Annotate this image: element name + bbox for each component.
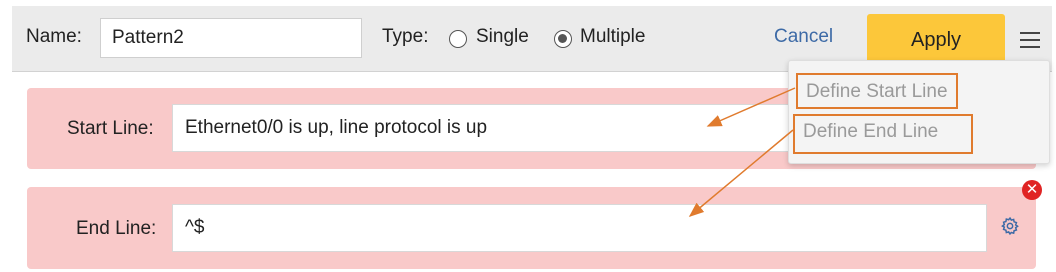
name-label: Name: [26, 26, 82, 47]
apply-button[interactable]: Apply [867, 14, 1005, 66]
hamburger-menu-icon[interactable] [1020, 32, 1040, 50]
start-line-label: Start Line: [67, 118, 154, 139]
context-menu: Define Start Line Define End Line [788, 60, 1050, 164]
type-label: Type: [382, 26, 429, 47]
end-line-panel: End Line: ^$ [27, 187, 1036, 269]
end-line-input[interactable]: ^$ [172, 204, 987, 252]
pattern-name-input[interactable]: Pattern2 [100, 18, 362, 58]
gear-icon[interactable] [1000, 216, 1020, 236]
type-multiple-radio[interactable] [554, 30, 572, 48]
type-single-label[interactable]: Single [476, 26, 529, 48]
remove-end-line-close-icon[interactable]: ✕ [1022, 180, 1042, 200]
menu-item-define-end-line[interactable]: Define End Line [793, 114, 973, 154]
end-line-label: End Line: [76, 218, 157, 239]
type-single-radio[interactable] [449, 30, 467, 48]
cancel-button[interactable]: Cancel [774, 26, 833, 48]
type-multiple-label[interactable]: Multiple [580, 26, 645, 48]
menu-item-define-start-line[interactable]: Define Start Line [796, 73, 958, 109]
